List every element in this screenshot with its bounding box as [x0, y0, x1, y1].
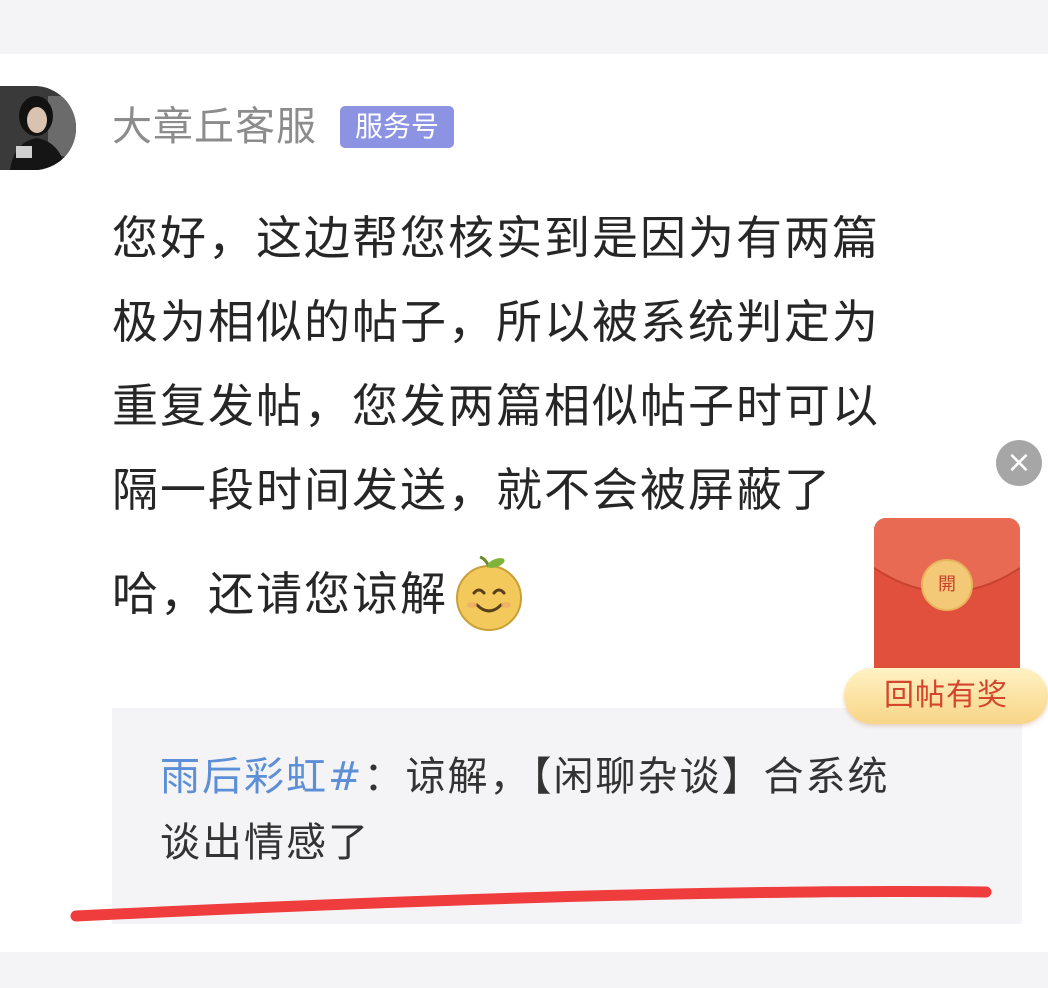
post-line: 哈，还请您谅解	[112, 567, 448, 621]
author-avatar[interactable]	[0, 86, 76, 170]
packet-seal: 開	[921, 559, 973, 611]
top-separator	[0, 0, 1048, 54]
post-line: 重复发帖，您发两篇相似帖子时可以	[112, 379, 880, 433]
reply-text: 雨后彩虹#：谅解，【闲聊杂谈】合系统 谈出情感了	[160, 744, 1020, 876]
bottom-separator	[0, 952, 1048, 988]
reply-username[interactable]: 雨后彩虹#	[160, 754, 364, 800]
author-name[interactable]: 大章丘客服	[112, 102, 317, 152]
close-icon[interactable]: ×	[996, 440, 1042, 486]
reply-line: 雨后彩虹#：谅解，【闲聊杂谈】合系统	[160, 744, 1020, 810]
smile-emoji-icon	[450, 555, 528, 633]
post-line: 您好，这边帮您核实到是因为有两篇	[112, 211, 880, 265]
red-packet-button[interactable]: 開 回帖有奖	[844, 518, 1048, 728]
red-underline-annotation	[70, 886, 992, 922]
reply-reward-label: 回帖有奖	[844, 668, 1048, 724]
reply-separator: ：	[363, 754, 406, 800]
post-line: 极为相似的帖子，所以被系统判定为	[112, 295, 880, 349]
reply-line: 谈出情感了	[160, 820, 370, 866]
service-badge: 服务号	[340, 106, 454, 148]
reply-content: 谅解，【闲聊杂谈】合系统	[405, 754, 890, 800]
